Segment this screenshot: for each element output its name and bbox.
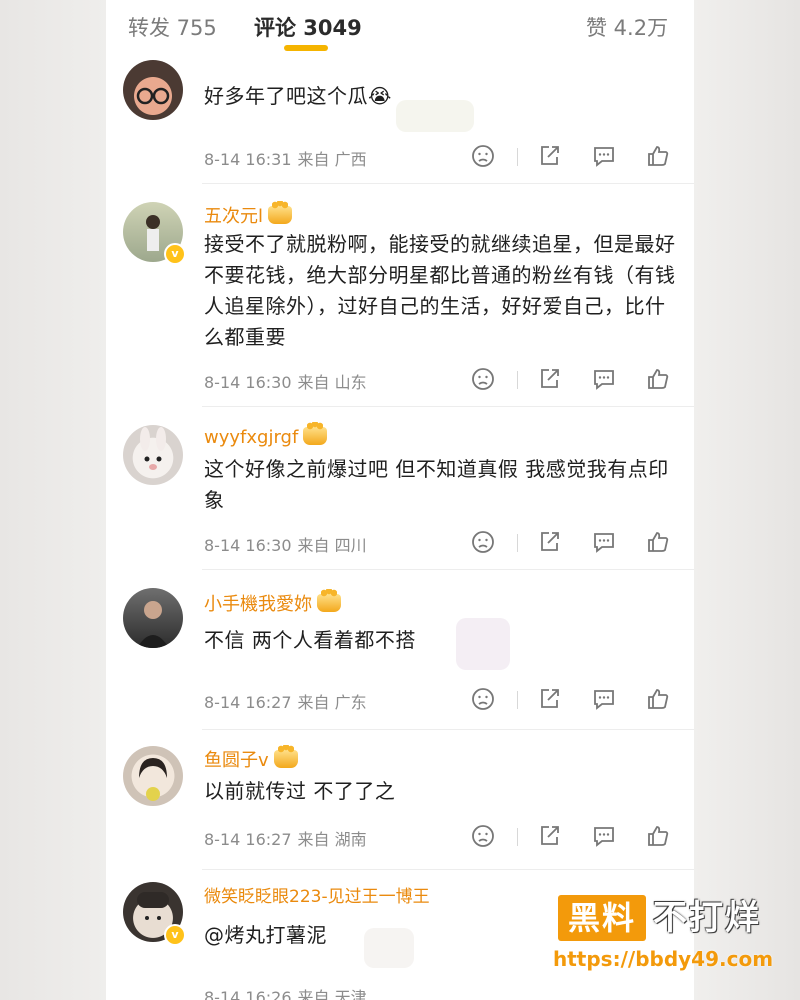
comment-text: 以前就传过 不了了之 (204, 779, 396, 803)
comment-icon[interactable] (591, 823, 619, 851)
comment-location: 来自 湖南 (297, 830, 367, 849)
comment-time: 8-14 16:27 (204, 830, 292, 849)
comment-item: wyyfxgjrgf 这个好像之前爆过吧 但不知道真假 我感觉我有点印象 8-1… (106, 407, 694, 570)
username[interactable]: 五次元l (204, 201, 293, 228)
comment-actions (470, 823, 694, 851)
avatar[interactable] (123, 588, 183, 648)
action-separator (517, 534, 518, 552)
comment-actions (470, 143, 694, 171)
repost-icon[interactable] (537, 823, 565, 851)
sticker-image (456, 618, 510, 670)
like-icon[interactable] (645, 529, 673, 557)
comment-meta: 8-14 16:30 来自 山东 (204, 369, 367, 393)
comment-text: 这个好像之前爆过吧 但不知道真假 我感觉我有点印象 (204, 457, 669, 512)
comment-time: 8-14 16:30 (204, 536, 292, 555)
comment-time: 8-14 16:26 (204, 988, 292, 1000)
comment-meta: 8-14 16:30 来自 四川 (204, 532, 367, 556)
comments-panel: 转发 755 评论 3049 赞 4.2万 好多年了吧这个瓜😭 8-14 16:… (106, 0, 694, 1000)
comment-location: 来自 四川 (297, 536, 367, 555)
avatar[interactable] (123, 425, 183, 485)
comment-location: 来自 广西 (297, 150, 367, 169)
dislike-icon[interactable] (470, 529, 498, 557)
comment-icon[interactable] (591, 143, 619, 171)
username[interactable]: 鱼圆子v (204, 745, 298, 772)
crown-badge-icon (317, 589, 341, 612)
sticker-image (364, 928, 414, 968)
action-separator (517, 828, 518, 846)
username-text: 五次元l (204, 206, 264, 227)
dislike-icon[interactable] (470, 686, 498, 714)
comment-item: 好多年了吧这个瓜😭 8-14 16:31 来自 广西 (106, 40, 694, 185)
like-icon[interactable] (645, 366, 673, 394)
comment-item: 小手機我愛妳 不信 两个人看着都不搭 8-14 16:27 来自 广东 (106, 570, 694, 730)
avatar[interactable] (123, 60, 183, 120)
action-separator (517, 148, 518, 166)
comment-meta: 8-14 16:31 来自 广西 (204, 146, 367, 170)
watermark-logo: 黑料 (558, 895, 646, 941)
username-text: 鱼圆子v (204, 750, 269, 771)
watermark: 黑料 不打烊 https://bbdy49.com (553, 895, 785, 975)
repost-icon[interactable] (537, 529, 565, 557)
verified-badge: v (164, 924, 186, 946)
repost-icon[interactable] (537, 366, 565, 394)
comment-time: 8-14 16:30 (204, 373, 292, 392)
repost-icon[interactable] (537, 686, 565, 714)
comment-icon[interactable] (591, 366, 619, 394)
comment-divider (202, 183, 694, 184)
comment-meta: 8-14 16:27 来自 广东 (204, 689, 367, 713)
comment-location: 来自 天津 (297, 988, 367, 1000)
username[interactable]: wyyfxgjrgf (204, 422, 328, 448)
username-text: wyyfxgjrgf (204, 427, 299, 448)
username[interactable]: 微笑眨眨眼223-见过王一博王 (204, 882, 430, 907)
username[interactable]: 小手機我愛妳 (204, 589, 341, 616)
comment-actions (470, 366, 694, 394)
repost-icon[interactable] (537, 143, 565, 171)
tab-comments[interactable]: 评论 3049 (254, 12, 362, 42)
like-icon[interactable] (645, 686, 673, 714)
action-separator (517, 691, 518, 709)
comment-actions (470, 529, 694, 557)
comment-location: 来自 广东 (297, 693, 367, 712)
crown-badge-icon (273, 745, 298, 768)
comment-time: 8-14 16:31 (204, 150, 292, 169)
comment-actions (470, 686, 694, 714)
dislike-icon[interactable] (470, 823, 498, 851)
watermark-url: https://bbdy49.com (553, 947, 774, 971)
watermark-text: 不打烊 (653, 898, 761, 938)
verified-badge: v (164, 243, 186, 265)
avatar[interactable] (123, 746, 183, 806)
dislike-icon[interactable] (470, 366, 498, 394)
crown-badge-icon (303, 422, 328, 445)
comment-location: 来自 山东 (297, 373, 367, 392)
comment-item: 鱼圆子v 以前就传过 不了了之 8-14 16:27 来自 湖南 (106, 730, 694, 870)
tab-likes[interactable]: 赞 4.2万 (586, 12, 668, 42)
comment-icon[interactable] (591, 686, 619, 714)
sticker-image (396, 100, 474, 132)
comment-text: 接受不了就脱粉啊，能接受的就继续追星，但是最好不要花钱，绝大部分明星都比普通的粉… (204, 232, 676, 349)
comment-time: 8-14 16:27 (204, 693, 292, 712)
comment-icon[interactable] (591, 529, 619, 557)
comment-meta: 8-14 16:27 来自 湖南 (204, 826, 367, 850)
background-left (0, 0, 108, 1000)
background-right (694, 0, 800, 1000)
username-text: 小手機我愛妳 (204, 594, 312, 615)
action-separator (517, 371, 518, 389)
tab-repost[interactable]: 转发 755 (128, 12, 217, 42)
like-icon[interactable] (645, 143, 673, 171)
comment-text: 不信 两个人看着都不搭 (204, 628, 416, 652)
dislike-icon[interactable] (470, 143, 498, 171)
like-icon[interactable] (645, 823, 673, 851)
comment-meta: 8-14 16:26 来自 天津 (204, 984, 367, 1000)
comment-item: v 五次元l 接受不了就脱粉啊，能接受的就继续追星，但是最好不要花钱，绝大部分明… (106, 185, 694, 407)
crown-badge-icon (268, 201, 293, 224)
